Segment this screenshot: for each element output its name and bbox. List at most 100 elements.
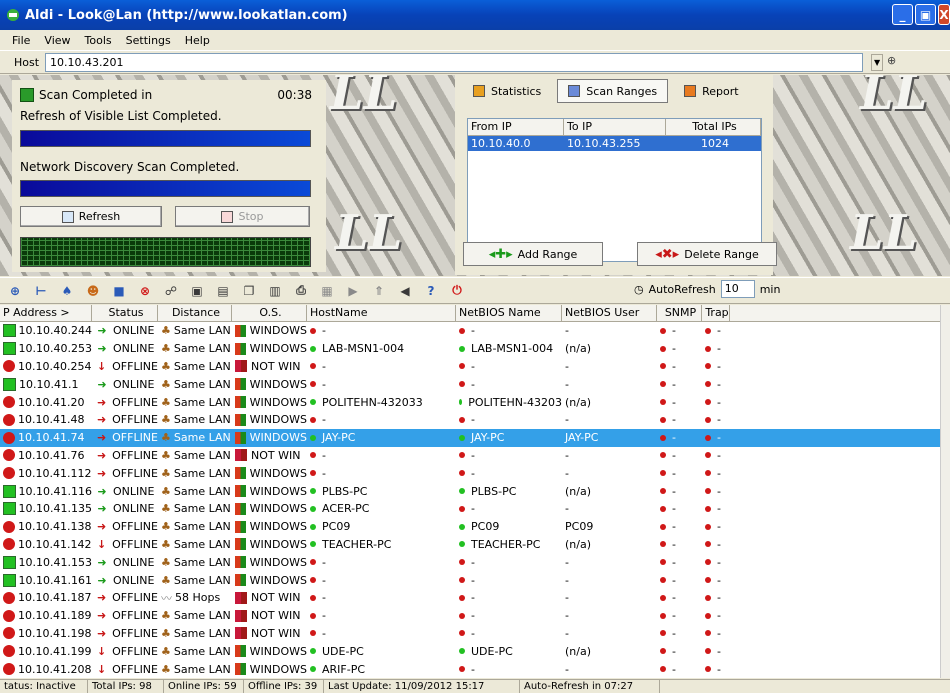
power-icon[interactable]: ⏻ bbox=[448, 282, 466, 300]
tab-scan-ranges[interactable]: Scan Ranges bbox=[557, 79, 669, 103]
host-input[interactable]: 10.10.43.201 bbox=[45, 52, 864, 72]
refresh-button[interactable]: Refresh bbox=[20, 206, 162, 227]
distance-value: Same LAN bbox=[173, 573, 231, 587]
computers-icon[interactable]: ▤ bbox=[214, 282, 232, 300]
netbios-name-value: - bbox=[471, 466, 475, 480]
menu-file[interactable]: File bbox=[12, 34, 30, 47]
save-icon[interactable]: ■ bbox=[110, 282, 128, 300]
add-range-button[interactable]: ◂✚▸ Add Range bbox=[463, 242, 603, 266]
table-row[interactable]: 10.10.41.142 ↓ OFFLINE ♣ Same LAN WINDOWS TEAC… bbox=[0, 536, 940, 554]
table-row[interactable]: 10.10.41.199 ↓ OFFLINE ♣ Same LAN WINDOWS UDE-… bbox=[0, 642, 940, 660]
menu-help[interactable]: Help bbox=[185, 34, 210, 47]
tab-statistics[interactable]: Statistics bbox=[463, 79, 551, 103]
properties-icon[interactable]: ▥ bbox=[266, 282, 284, 300]
ranges-header-total[interactable]: Total IPs bbox=[666, 119, 761, 135]
table-row[interactable]: 10.10.41.20 ➜ OFFLINE ♣ Same LAN WINDOWS POLIT… bbox=[0, 393, 940, 411]
header-trap[interactable]: Trap bbox=[702, 305, 730, 321]
os-icon bbox=[235, 360, 247, 373]
table-row[interactable]: 10.10.41.138 ➜ OFFLINE ♣ Same LAN WINDOWS PC09… bbox=[0, 518, 940, 536]
offline-host-icon bbox=[3, 609, 15, 622]
table-row[interactable]: 10.10.40.244 ➜ ONLINE ♣ Same LAN WINDOWS - - - - - bbox=[0, 322, 940, 340]
header-netbios-user[interactable]: NetBIOS User bbox=[562, 305, 657, 321]
banner-logo-left: LL bbox=[330, 75, 398, 121]
table-row[interactable]: 10.10.41.112 ➜ OFFLINE ♣ Same LAN WINDOWS - - - -… bbox=[0, 464, 940, 482]
help-icon[interactable]: ? bbox=[422, 282, 440, 300]
header-hostname[interactable]: HostName bbox=[307, 305, 456, 321]
netbios-dot-icon bbox=[459, 363, 465, 370]
menu-view[interactable]: View bbox=[44, 34, 70, 47]
ranges-header-from[interactable]: From IP bbox=[468, 119, 564, 135]
table-row[interactable]: 10.10.41.161 ➜ ONLINE ♣ Same LAN WINDOWS - - - - - bbox=[0, 571, 940, 589]
export-icon[interactable]: ⎙ bbox=[292, 282, 310, 300]
table-row[interactable]: 10.10.41.135 ➜ ONLINE ♣ Same LAN WINDOWS ACER-… bbox=[0, 500, 940, 518]
header-distance[interactable]: Distance bbox=[158, 305, 232, 321]
host-dropdown-button[interactable]: ▼ bbox=[871, 53, 884, 71]
header-status[interactable]: Status bbox=[92, 305, 158, 321]
status-value: OFFLINE bbox=[112, 466, 158, 480]
cell-netbios-user: - bbox=[562, 411, 657, 429]
menu-settings[interactable]: Settings bbox=[126, 34, 171, 47]
grid-body: 10.10.40.244 ➜ ONLINE ♣ Same LAN WINDOWS - - - - -… bbox=[0, 322, 940, 678]
grid-icon[interactable]: ▦ bbox=[318, 282, 336, 300]
table-row[interactable]: 10.10.40.253 ➜ ONLINE ♣ Same LAN WINDOWS LAB-M… bbox=[0, 340, 940, 358]
hostname-dot-icon bbox=[310, 488, 316, 495]
header-ip[interactable]: P Address > bbox=[0, 305, 92, 321]
table-row[interactable]: 10.10.41.208 ↓ OFFLINE ♣ Same LAN WINDOWS ARIF… bbox=[0, 660, 940, 678]
netbios-dot-icon bbox=[459, 381, 465, 388]
table-row[interactable]: 10.10.41.198 ➜ OFFLINE ♣ Same LAN NOT WIN - - - -… bbox=[0, 625, 940, 643]
online-arrow-icon: ➜ bbox=[97, 502, 107, 516]
netbios-dot-icon bbox=[459, 559, 465, 566]
cell-trap: - bbox=[702, 482, 730, 500]
header-snmp[interactable]: SNMP bbox=[657, 305, 702, 321]
tab-report[interactable]: Report bbox=[674, 79, 748, 103]
delete-icon[interactable]: ⊗ bbox=[136, 282, 154, 300]
os-icon bbox=[235, 378, 246, 391]
close-button[interactable]: X bbox=[938, 4, 950, 25]
table-row[interactable]: 10.10.40.254 ↓ OFFLINE ♣ Same LAN NOT WIN - - - -… bbox=[0, 358, 940, 376]
snmp-dot-icon bbox=[660, 470, 666, 477]
copy-icon[interactable]: ❐ bbox=[240, 282, 258, 300]
tree-icon[interactable]: ⊢ bbox=[32, 282, 50, 300]
trap-dot-icon bbox=[705, 434, 711, 441]
table-row[interactable]: 10.10.41.189 ➜ OFFLINE ♣ Same LAN NOT WIN - - - -… bbox=[0, 607, 940, 625]
netbios-name-value: - bbox=[471, 448, 475, 462]
ranges-header-to[interactable]: To IP bbox=[564, 119, 666, 135]
stop-button[interactable]: Stop bbox=[175, 206, 310, 227]
find-icon[interactable]: ♠ bbox=[58, 282, 76, 300]
table-row[interactable]: 10.10.41.1 ➜ ONLINE ♣ Same LAN WINDOWS - - - - - bbox=[0, 375, 940, 393]
table-row[interactable]: 10.10.41.48 ➜ OFFLINE ♣ Same LAN WINDOWS - - - - - bbox=[0, 411, 940, 429]
delete-range-button[interactable]: ◂✖▸ Delete Range bbox=[637, 242, 777, 266]
autorefresh-input[interactable]: 10 bbox=[720, 280, 755, 298]
zoom-icon[interactable]: ⊕ bbox=[6, 282, 24, 300]
upload-icon[interactable]: ⇑ bbox=[370, 282, 388, 300]
cell-os: NOT WIN bbox=[232, 607, 307, 625]
table-row[interactable]: 10.10.41.76 ➜ OFFLINE ♣ Same LAN NOT WIN - - - - - bbox=[0, 447, 940, 465]
vertical-scrollbar[interactable] bbox=[940, 305, 950, 678]
network-icon[interactable]: ☍ bbox=[162, 282, 180, 300]
window-title: Aldi - Look@Lan (http://www.lookatlan.co… bbox=[25, 7, 348, 23]
header-netbios-name[interactable]: NetBIOS Name bbox=[456, 305, 562, 321]
table-row[interactable]: 10.10.41.116 ➜ ONLINE ♣ Same LAN WINDOWS PLBS-… bbox=[0, 482, 940, 500]
computer-icon[interactable]: ▣ bbox=[188, 282, 206, 300]
table-row[interactable]: 10.10.41.153 ➜ ONLINE ♣ Same LAN WINDOWS - - - - - bbox=[0, 553, 940, 571]
sound-icon[interactable]: ◀ bbox=[396, 282, 414, 300]
os-value: NOT WIN bbox=[251, 359, 301, 373]
menu-tools[interactable]: Tools bbox=[85, 34, 112, 47]
ranges-row[interactable]: 10.10.40.0 10.10.43.255 1024 bbox=[468, 136, 761, 151]
cell-netbios-name: JAY-PC bbox=[456, 429, 562, 447]
users-icon[interactable]: ☻ bbox=[84, 282, 102, 300]
minimize-button[interactable]: _ bbox=[892, 4, 913, 25]
table-row[interactable]: 10.10.41.74 ➜ OFFLINE ♣ Same LAN WINDOWS JAY-P… bbox=[0, 428, 940, 447]
netbios-name-value: - bbox=[471, 413, 475, 427]
table-row[interactable]: 10.10.41.187 ➜ OFFLINE 〰 58 Hops NOT WIN - - - - - bbox=[0, 589, 940, 607]
netbios-user-value: JAY-PC bbox=[565, 431, 599, 445]
cell-ip: 10.10.41.74 bbox=[0, 429, 92, 447]
play-icon[interactable]: ▶ bbox=[344, 282, 362, 300]
maximize-button[interactable]: ▣ bbox=[915, 4, 936, 25]
cell-status: ➜ OFFLINE bbox=[92, 518, 158, 536]
cell-ip: 10.10.41.187 bbox=[0, 589, 92, 607]
cell-trap: - bbox=[702, 340, 730, 358]
snmp-dot-icon bbox=[660, 612, 666, 619]
go-icon[interactable]: ⊕ bbox=[887, 54, 901, 71]
header-os[interactable]: O.S. bbox=[232, 305, 307, 321]
